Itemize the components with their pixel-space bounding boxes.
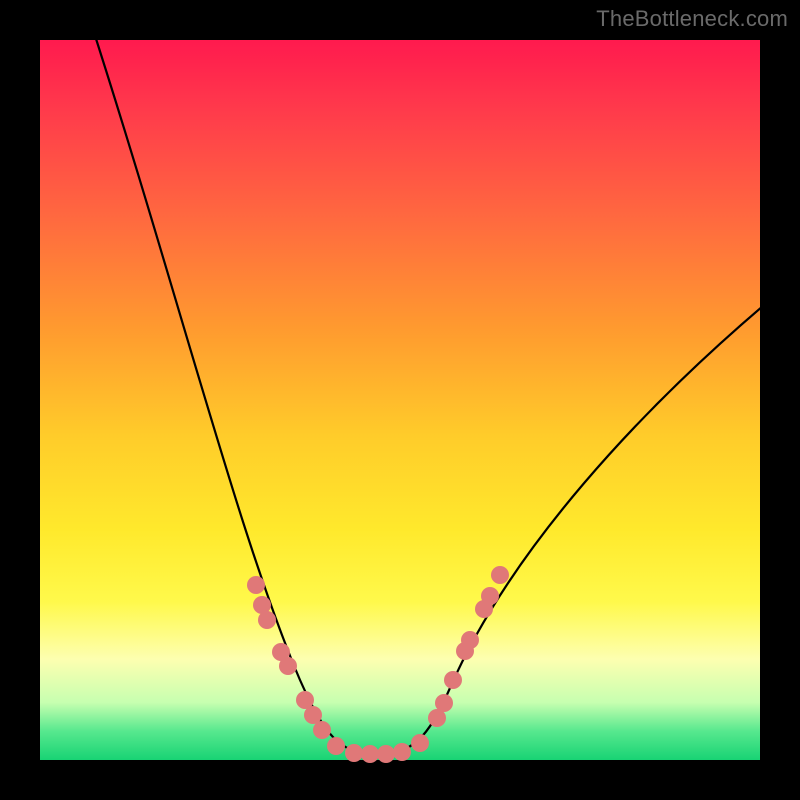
highlight-dots <box>247 566 509 763</box>
chart-stage: TheBottleneck.com <box>0 0 800 800</box>
highlight-dot <box>279 657 297 675</box>
highlight-dot <box>461 631 479 649</box>
highlight-dot <box>377 745 395 763</box>
curve-layer <box>40 40 760 760</box>
watermark-text: TheBottleneck.com <box>596 6 788 32</box>
highlight-dot <box>313 721 331 739</box>
bottleneck-curve <box>90 20 770 754</box>
highlight-dot <box>491 566 509 584</box>
highlight-dot <box>361 745 379 763</box>
highlight-dot <box>327 737 345 755</box>
highlight-dot <box>393 743 411 761</box>
highlight-dot <box>435 694 453 712</box>
highlight-dot <box>481 587 499 605</box>
highlight-dot <box>411 734 429 752</box>
plot-area <box>40 40 760 760</box>
highlight-dot <box>304 706 322 724</box>
highlight-dot <box>345 744 363 762</box>
highlight-dot <box>444 671 462 689</box>
highlight-dot <box>258 611 276 629</box>
highlight-dot <box>247 576 265 594</box>
